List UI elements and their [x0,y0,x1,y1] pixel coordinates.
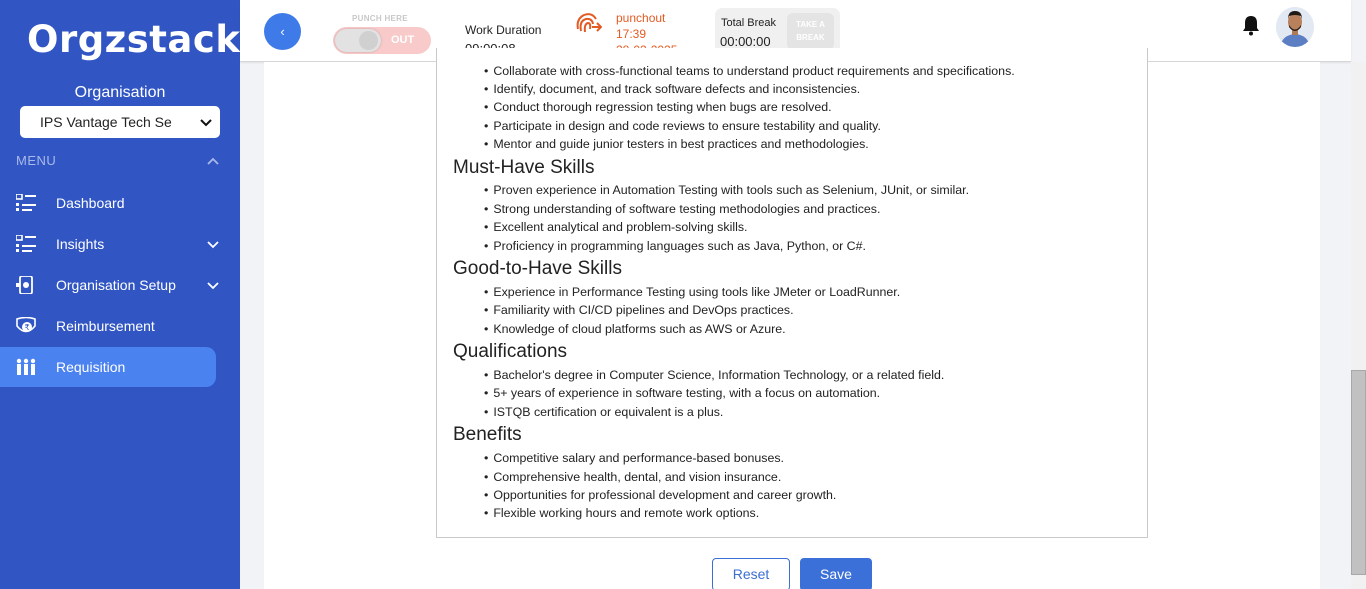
collapse-sidebar-button[interactable]: ‹ [264,13,301,50]
list-item: 5+ years of experience in software testi… [484,386,880,400]
list-item: Experience in Performance Testing using … [484,285,900,299]
org-setup-icon [16,276,33,294]
sidebar-item-requisition[interactable]: Requisition [0,347,216,387]
list-item: Mentor and guide junior testers in best … [484,137,868,151]
organisation-select[interactable]: IPS Vantage Tech Se [20,106,220,138]
sidebar: Orgzstack Organisation IPS Vantage Tech … [0,0,240,589]
list-item: Participate in design and code reviews t… [484,119,881,133]
fingerprint-icon [576,13,602,33]
list-item: Flexible working hours and remote work o… [484,506,759,520]
list-item: Collaborate with cross-functional teams … [484,64,1014,78]
punch-toggle[interactable]: OUT [333,27,431,54]
work-duration-label: Work Duration [465,23,542,37]
svg-text:₹: ₹ [24,323,29,332]
job-description-editor[interactable]: Collaborate with cross-functional teams … [436,48,1148,538]
list-item: Strong understanding of software testing… [484,202,880,216]
section-heading: Qualifications [453,341,568,362]
section-heading: Benefits [453,424,522,445]
sidebar-item-label: Organisation Setup [56,277,176,293]
punchout-time: 17:39 [616,27,647,41]
section-heading: Must-Have Skills [453,157,595,178]
bell-icon[interactable] [1242,14,1260,36]
list-item: Comprehensive health, dental, and vision… [484,470,781,484]
list-item: Competitive salary and performance-based… [484,451,784,465]
punch-here-label: PUNCH HERE [352,14,408,23]
sidebar-item-label: Dashboard [56,195,125,211]
total-break-label: Total Break [721,17,777,29]
reset-button[interactable]: Reset [712,558,790,589]
take-break-line1: TAKE A [796,20,825,29]
list-item: ISTQB certification or equivalent is a p… [484,405,723,419]
chevron-down-icon [207,282,219,290]
list-item: Knowledge of cloud platforms such as AWS… [484,322,785,336]
list-item: Opportunities for professional developme… [484,488,836,502]
organisation-select-value: IPS Vantage Tech Se [40,114,172,130]
chevron-down-icon [207,241,219,249]
list-item: Proven experience in Automation Testing … [484,183,969,197]
punchout-label: punchout [616,11,666,25]
list-item: Proficiency in programming languages suc… [484,239,866,253]
organisation-label: Organisation [74,84,166,101]
user-avatar-icon [1276,7,1314,47]
section-heading: Good-to-Have Skills [453,258,622,279]
reimbursement-icon: ₹ [16,317,36,333]
sidebar-item-dashboard[interactable]: Dashboard [0,183,216,223]
list-item: Bachelor's degree in Computer Science, I… [484,368,944,382]
sidebar-item-organisation-setup[interactable]: Organisation Setup [0,265,219,305]
sidebar-item-label: Requisition [56,359,126,375]
take-break-button[interactable]: TAKE A BREAK [787,13,834,50]
list-item: Excellent analytical and problem-solving… [484,220,747,234]
save-button[interactable]: Save [800,558,872,589]
sidebar-item-insights[interactable]: Insights [0,224,219,264]
punch-toggle-knob [335,29,381,52]
scrollbar-thumb[interactable] [1351,370,1366,575]
take-break-line2: BREAK [796,33,825,42]
dashboard-icon [16,194,36,211]
list-item: Conduct thorough regression testing when… [484,100,831,114]
menu-heading: MENU [16,153,57,168]
list-item: Identify, document, and track software d… [484,82,860,96]
punch-state-label: OUT [391,34,415,46]
sidebar-item-reimbursement[interactable]: ₹ Reimbursement [0,306,216,346]
logo: Orgzstack [27,18,241,61]
list-item: Familiarity with CI/CD pipelines and Dev… [484,303,793,317]
sidebar-item-label: Insights [56,236,105,252]
insights-icon [16,235,36,252]
chevron-down-icon [200,119,212,127]
total-break-value: 00:00:00 [720,34,771,49]
chevron-up-icon[interactable] [206,155,220,167]
avatar[interactable] [1276,7,1314,47]
requisition-icon [16,358,36,375]
sidebar-item-label: Reimbursement [56,318,155,334]
